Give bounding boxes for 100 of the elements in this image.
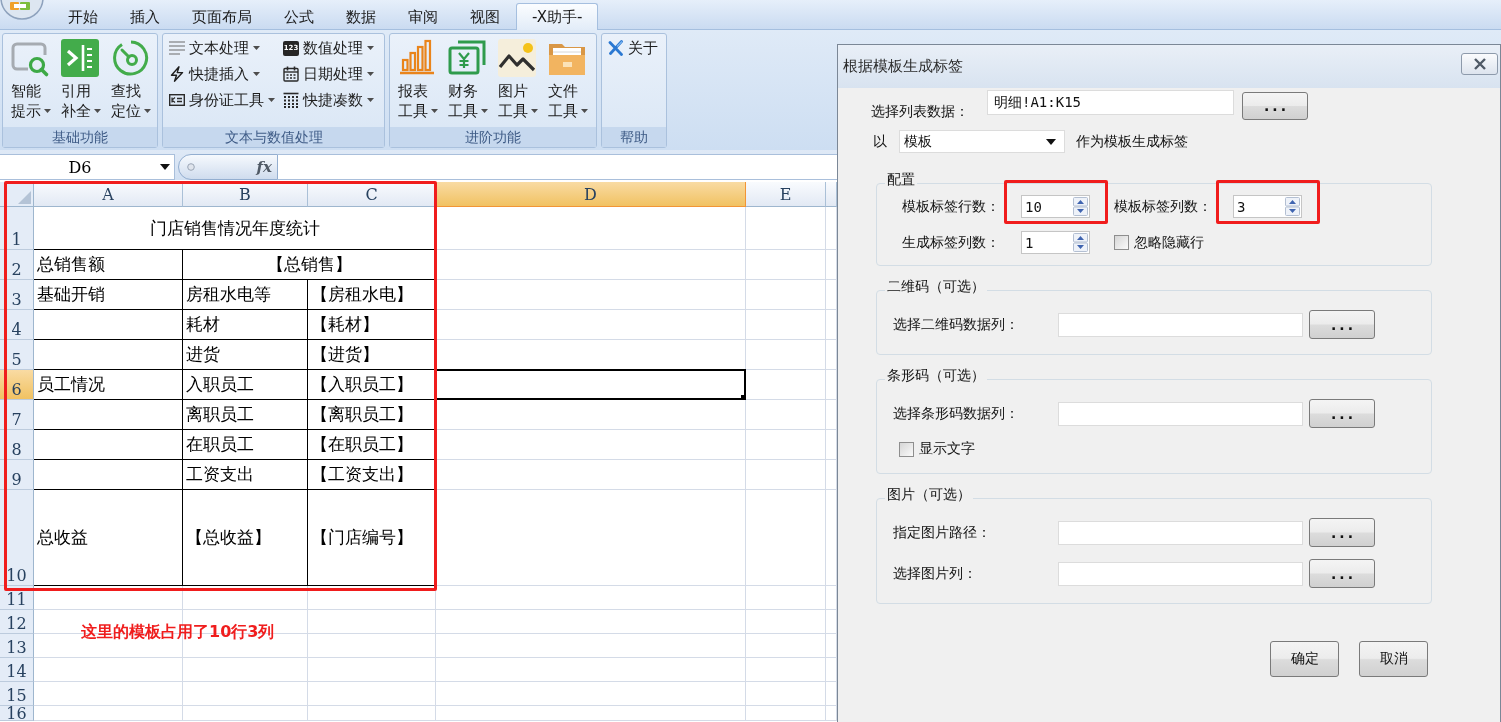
sheet-cell: 房租水电等 <box>183 280 308 310</box>
sheet-cell: 【总销售】 <box>183 250 436 280</box>
sheet-cell: 【耗材】 <box>308 310 436 340</box>
browse-button[interactable]: ... <box>1309 310 1375 339</box>
handle-dot-icon <box>187 163 195 171</box>
ribbon-button[interactable]: 报表工具 <box>393 34 441 127</box>
sheet-cell: 工资支出 <box>183 460 308 490</box>
caret-icon <box>1046 138 1056 145</box>
ribbon-tab[interactable]: 插入 <box>114 3 176 30</box>
field-label: 模板标签列数： <box>1114 197 1213 216</box>
input-field[interactable] <box>1058 561 1303 586</box>
ribbon-button[interactable]: 关于 <box>606 35 660 61</box>
ribbon-button[interactable]: 文件工具 <box>543 34 591 127</box>
template-dropdown[interactable]: 模板 <box>899 130 1065 153</box>
corner-triangle-icon <box>18 191 31 204</box>
field-label: 以 <box>872 132 888 151</box>
field-label: 选择二维码数据列： <box>893 315 1020 334</box>
column-header[interactable]: A <box>34 182 183 207</box>
field-label: 生成标签列数： <box>902 233 1001 252</box>
input-field[interactable] <box>1058 520 1303 545</box>
column-header[interactable]: C <box>308 182 436 207</box>
ribbon-button[interactable]: 智能提示 <box>6 34 54 127</box>
column-header[interactable]: D <box>436 182 746 207</box>
column-header[interactable]: B <box>183 182 308 207</box>
spin-arrows-icon[interactable] <box>1285 197 1300 216</box>
spin-arrows-icon[interactable] <box>1073 197 1088 216</box>
ribbon-tab[interactable]: 审阅 <box>392 3 454 30</box>
row-header[interactable]: 14 <box>0 658 34 682</box>
ribbon-tab[interactable]: 数据 <box>330 3 392 30</box>
ribbon-tab[interactable]: 开始 <box>52 3 114 30</box>
row-header[interactable]: 15 <box>0 682 34 706</box>
browse-button[interactable]: ... <box>1242 92 1308 120</box>
dial-icon <box>110 38 150 78</box>
browse-button[interactable]: ... <box>1309 518 1375 547</box>
name-box[interactable]: D6 <box>0 154 175 180</box>
close-button[interactable] <box>1461 53 1498 75</box>
id-card-icon <box>169 92 185 108</box>
group-title: 图片（可选） <box>885 486 973 502</box>
x-logo-icon <box>608 40 624 56</box>
caret-icon <box>160 164 170 170</box>
sheet-cell: 离职员工 <box>183 400 308 430</box>
checkbox[interactable] <box>1114 235 1129 250</box>
group-title: 配置 <box>885 171 917 187</box>
text-lines-icon <box>169 40 185 56</box>
ribbon-button[interactable]: 身份证工具 <box>167 87 277 113</box>
sheet-cell: 【在职员工】 <box>308 430 436 460</box>
ribbon-tab[interactable]: 页面布局 <box>176 3 268 30</box>
checkbox-label: 显示文字 <box>919 440 975 458</box>
calendar-icon <box>283 66 299 82</box>
browse-button[interactable]: ... <box>1309 399 1375 428</box>
ribbon-tab[interactable]: -X助手- <box>516 3 599 30</box>
spin-arrows-icon[interactable] <box>1073 233 1088 252</box>
ribbon-button[interactable]: 快捷插入 <box>167 61 277 87</box>
column-header[interactable]: E <box>746 182 826 207</box>
sheet-cell: 基础开销 <box>34 280 183 310</box>
input-field[interactable] <box>1058 401 1303 426</box>
cancel-button[interactable]: 取消 <box>1359 641 1428 677</box>
checkbox-label: 忽略隐藏行 <box>1134 233 1204 252</box>
field-label: 指定图片路径： <box>893 523 992 542</box>
ribbon-button[interactable]: 日期处理 <box>281 61 376 87</box>
checkbox[interactable] <box>899 441 914 457</box>
office-button[interactable] <box>0 0 46 20</box>
group-title: 帮助 <box>602 127 666 147</box>
sheet-cell: 总收益 <box>34 490 183 586</box>
number-spinner[interactable]: 10 <box>1021 195 1090 218</box>
group-title: 二维码（可选） <box>885 278 987 294</box>
sheet-cell: 【门店编号】 <box>308 490 436 586</box>
landscape-picture-icon <box>497 38 537 78</box>
column-header[interactable] <box>826 182 837 207</box>
sheet-cell: 在职员工 <box>183 430 308 460</box>
sheet-cell: 【进货】 <box>308 340 436 370</box>
row-header[interactable]: 13 <box>0 634 34 658</box>
insert-function-button[interactable]: fx <box>178 154 278 180</box>
sheet-cell: 员工情况 <box>34 370 183 400</box>
field-label: 作为模板生成标签 <box>1076 132 1188 151</box>
ok-button[interactable]: 确定 <box>1270 641 1339 677</box>
number-spinner[interactable]: 3 <box>1233 195 1302 218</box>
sheet-cell: 总销售额 <box>34 250 183 280</box>
sheet-cell: 【房租水电】 <box>308 280 436 310</box>
number-spinner[interactable]: 1 <box>1021 231 1090 254</box>
ribbon-button[interactable]: 查找定位 <box>106 34 154 127</box>
ribbon-button[interactable]: 财务工具 <box>443 34 491 127</box>
sheet-cell: 【入职员工】 <box>308 370 436 400</box>
ribbon-button[interactable]: 引用补全 <box>56 34 104 127</box>
field-label: 选择列表数据： <box>871 102 970 121</box>
row-header[interactable]: 16 <box>0 706 34 721</box>
annotation-text: 这里的模板占用了10行3列 <box>81 622 275 643</box>
ribbon-tab[interactable]: 公式 <box>268 3 330 30</box>
ribbon-button[interactable]: 图片工具 <box>493 34 541 127</box>
range-input-field[interactable]: 明细!A1:K15 <box>987 90 1234 115</box>
sheet-cell: 【总收益】 <box>183 490 308 586</box>
ribbon-tab[interactable]: 视图 <box>454 3 516 30</box>
row-header[interactable]: 12 <box>0 610 34 634</box>
abacus-icon <box>283 92 299 108</box>
group-title: 条形码（可选） <box>885 367 987 383</box>
browse-button[interactable]: ... <box>1309 559 1375 588</box>
ribbon-button[interactable]: 文本处理 <box>167 35 277 61</box>
input-field[interactable] <box>1058 312 1303 337</box>
ribbon-button[interactable]: 快捷凑数 <box>281 87 376 113</box>
group-title: 文本与数值处理 <box>163 127 384 147</box>
